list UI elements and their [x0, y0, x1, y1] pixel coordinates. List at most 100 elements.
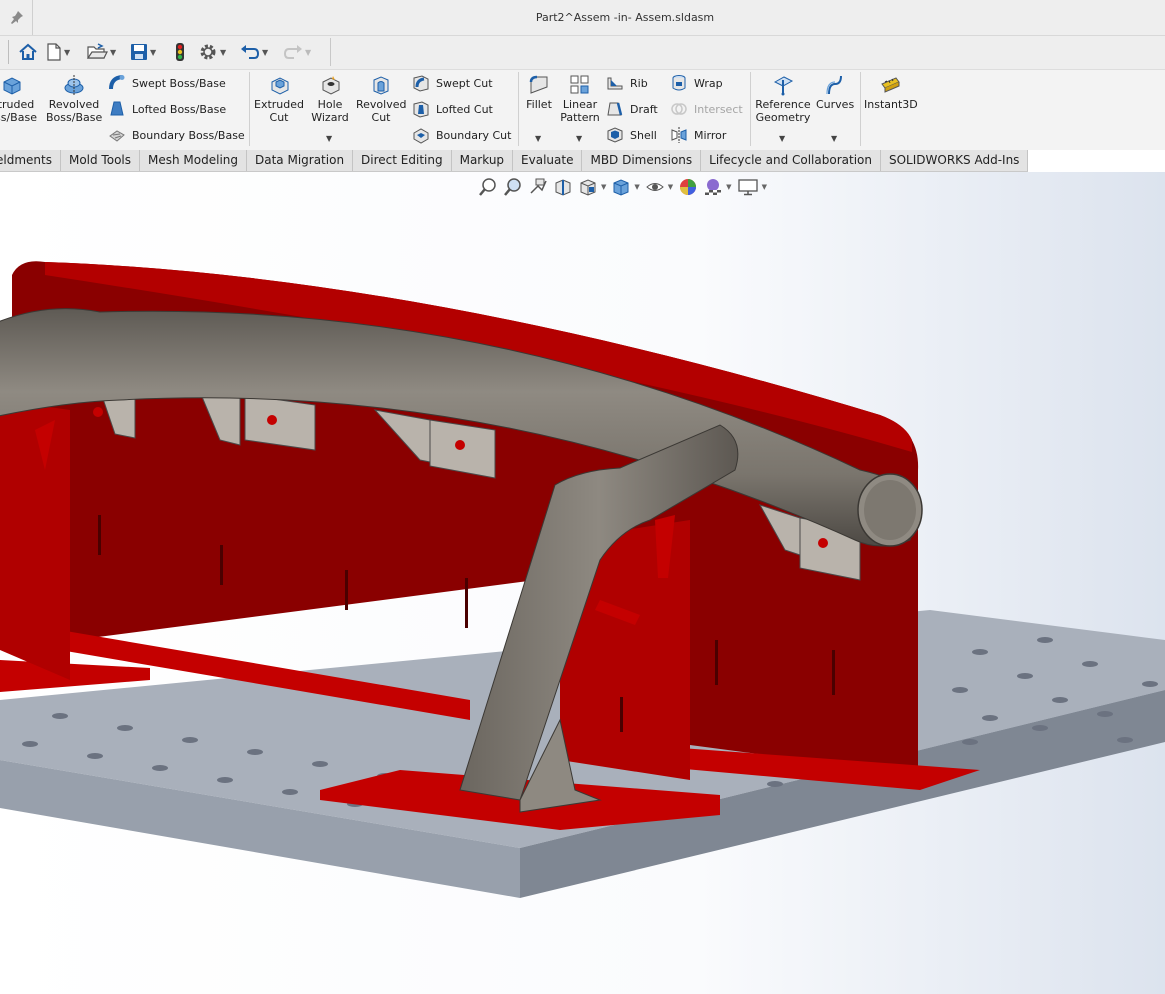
reference-geometry-icon [773, 76, 794, 96]
boundary-boss-label: Boundary Boss/Base [132, 128, 245, 142]
zoom-to-fit-button[interactable] [478, 177, 498, 197]
chevron-down-icon[interactable]: ▼ [576, 132, 582, 145]
section-view-button[interactable] [553, 177, 573, 197]
pin-button[interactable] [0, 0, 33, 35]
appearance-sphere-icon [680, 179, 697, 195]
view-orientation-icon [580, 179, 596, 196]
curves-button[interactable]: Curves ▼ [816, 74, 855, 143]
chevron-down-icon[interactable]: ▼ [779, 132, 785, 145]
wrap-label: Wrap [694, 76, 723, 90]
view-orientation-button[interactable] [578, 177, 598, 197]
mirror-label: Mirror [694, 128, 727, 142]
options-button[interactable]: ▼ [198, 41, 226, 63]
extruded-cut-button[interactable]: Extruded Cut [254, 74, 304, 124]
tab-direct-editing[interactable]: Direct Editing [353, 150, 452, 171]
swept-cut-button[interactable]: Swept Cut [412, 74, 493, 92]
tab-mbd-dimensions[interactable]: MBD Dimensions [582, 150, 702, 171]
tab-data-migration[interactable]: Data Migration [247, 150, 354, 171]
intersect-label: Intersect [694, 102, 743, 116]
curves-label: Curves [816, 98, 855, 111]
save-button[interactable]: ▼ [130, 41, 156, 63]
view-settings-button[interactable] [737, 177, 759, 197]
heads-up-view-toolbar: ▼ ▼ ▼ ▼ ▼ [478, 177, 772, 197]
lofted-boss-base-button[interactable]: Lofted Boss/Base [108, 100, 226, 118]
extruded-cut-label: Extruded Cut [254, 98, 304, 124]
swept-boss-base-button[interactable]: Swept Boss/Base [108, 74, 226, 92]
tab-mold-tools[interactable]: Mold Tools [61, 150, 140, 171]
wrap-button[interactable]: Wrap [670, 74, 723, 92]
boundary-boss-base-button[interactable]: Boundary Boss/Base [108, 126, 245, 144]
redo-button: ▼ [283, 41, 311, 63]
chevron-down-icon[interactable]: ▼ [326, 132, 332, 145]
chevron-down-icon[interactable]: ▼ [110, 48, 116, 57]
tab-markup[interactable]: Markup [452, 150, 514, 171]
chevron-down-icon[interactable]: ▼ [634, 183, 639, 191]
chevron-down-icon[interactable]: ▼ [762, 183, 767, 191]
graphics-area[interactable] [0, 172, 1165, 994]
mirror-button[interactable]: Mirror [670, 126, 726, 144]
linear-pattern-button[interactable]: Linear Pattern ▼ [559, 74, 601, 143]
new-document-button[interactable]: ▼ [46, 41, 70, 63]
chevron-down-icon[interactable]: ▼ [150, 48, 156, 57]
chevron-down-icon[interactable]: ▼ [535, 132, 541, 145]
undo-button[interactable]: ▼ [240, 41, 268, 63]
revolved-cut-button[interactable]: Revolved Cut [356, 74, 406, 124]
rib-button[interactable]: Rib [606, 74, 648, 92]
scene-icon [705, 179, 722, 195]
linear-pattern-label: Linear Pattern [560, 98, 600, 124]
redo-icon [283, 45, 302, 59]
lofted-boss-icon [110, 101, 124, 116]
boundary-cut-label: Boundary Cut [436, 128, 512, 142]
reference-geometry-button[interactable]: Reference Geometry ▼ [754, 74, 812, 143]
chevron-down-icon[interactable]: ▼ [831, 132, 837, 145]
boundary-cut-icon [413, 128, 429, 144]
edit-appearance-button[interactable] [678, 177, 698, 197]
shell-label: Shell [630, 128, 657, 142]
rebuild-button[interactable] [174, 41, 186, 63]
open-button[interactable]: ▼ [86, 41, 116, 63]
chevron-down-icon[interactable]: ▼ [262, 48, 268, 57]
swept-cut-label: Swept Cut [436, 76, 493, 90]
revolved-cut-label: Revolved Cut [356, 98, 407, 124]
instant3d-label: Instant3D [864, 98, 918, 111]
tab-mesh-modeling[interactable]: Mesh Modeling [140, 150, 247, 171]
instant3d-icon [881, 77, 900, 93]
draft-label: Draft [630, 102, 658, 116]
fillet-icon [529, 75, 548, 94]
tab-solidworks-add-ins[interactable]: SOLIDWORKS Add-Ins [881, 150, 1029, 171]
swept-boss-icon [109, 75, 125, 90]
tab-lifecycle-and-collaboration[interactable]: Lifecycle and Collaboration [701, 150, 881, 171]
ribbon-separator [518, 72, 519, 146]
extruded-boss-label: truded ss/Base [0, 98, 37, 124]
chevron-down-icon[interactable]: ▼ [64, 48, 70, 57]
revolved-boss-base-button[interactable]: Revolved Boss/Base [46, 74, 102, 124]
hole-wizard-button[interactable]: Hole Wizard ▼ [308, 74, 352, 143]
apply-scene-button[interactable] [703, 177, 723, 197]
chevron-down-icon[interactable]: ▼ [601, 183, 606, 191]
chevron-down-icon[interactable]: ▼ [220, 48, 226, 57]
chevron-down-icon[interactable]: ▼ [726, 183, 731, 191]
tab-evaluate[interactable]: Evaluate [513, 150, 583, 171]
revolved-boss-icon [64, 75, 84, 95]
previous-view-button[interactable] [528, 177, 548, 197]
monitor-icon [737, 179, 758, 196]
zoom-to-area-button[interactable] [503, 177, 523, 197]
draft-icon [607, 102, 623, 116]
boundary-cut-button[interactable]: Boundary Cut [412, 126, 511, 144]
toolbar-separator [8, 40, 9, 64]
display-style-button[interactable] [611, 177, 631, 197]
draft-button[interactable]: Draft [606, 100, 658, 118]
chevron-down-icon: ▼ [305, 47, 312, 57]
fillet-button[interactable]: Fillet ▼ [522, 74, 556, 143]
extruded-boss-base-button[interactable]: truded ss/Base [0, 74, 42, 124]
instant3d-button[interactable]: Instant3D [864, 74, 918, 111]
tab-weldments[interactable]: eldments [0, 150, 61, 171]
intersect-button: Intersect [670, 100, 743, 118]
toolbar-separator [330, 38, 331, 66]
chevron-down-icon[interactable]: ▼ [668, 183, 673, 191]
hide-show-items-button[interactable] [645, 177, 665, 197]
revolved-cut-icon [373, 76, 389, 95]
lofted-cut-button[interactable]: Lofted Cut [412, 100, 493, 118]
shell-button[interactable]: Shell [606, 126, 657, 144]
home-button[interactable] [18, 41, 38, 63]
